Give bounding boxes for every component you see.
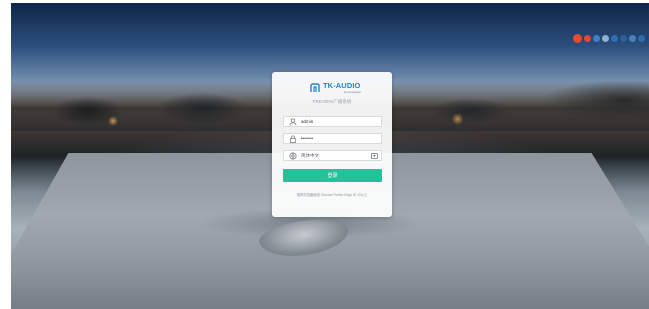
password-value: •••••• bbox=[301, 135, 314, 142]
brand-logo: TK-AUDIO by Honeywell bbox=[310, 82, 360, 93]
login-page-background: TK-AUDIO by Honeywell PREVIEW广播系统 admin … bbox=[11, 3, 649, 309]
username-value: admin bbox=[301, 119, 314, 124]
brand-name: TK-AUDIO bbox=[323, 81, 361, 90]
brand-sub: by Honeywell bbox=[343, 89, 361, 94]
browser-extension-toolbar bbox=[573, 34, 645, 43]
login-card: TK-AUDIO by Honeywell PREVIEW广播系统 admin … bbox=[272, 72, 392, 217]
password-field[interactable]: •••••• bbox=[283, 133, 382, 144]
chevron-down-icon[interactable]: ▾ bbox=[371, 153, 378, 159]
extension-shirt-icon[interactable] bbox=[638, 35, 645, 42]
extension-smile-icon[interactable] bbox=[602, 35, 609, 42]
login-button[interactable]: 登录 bbox=[283, 169, 382, 182]
language-value: 简体中文 bbox=[301, 152, 319, 158]
system-subtitle: PREVIEW广播系统 bbox=[312, 99, 352, 104]
user-icon bbox=[289, 118, 297, 126]
lock-icon bbox=[289, 134, 297, 143]
extension-person-icon[interactable] bbox=[629, 35, 636, 42]
globe-icon bbox=[289, 151, 297, 160]
browser-recommendation: 推荐浏览器使用 Chrome Firefox Edge IE 10以上 bbox=[296, 193, 368, 197]
extension-chinese-icon[interactable] bbox=[584, 35, 591, 42]
username-field[interactable]: admin bbox=[283, 116, 382, 127]
extension-mic-icon[interactable] bbox=[611, 35, 618, 42]
brand-mark-icon bbox=[310, 82, 320, 92]
extension-keyboard-icon[interactable] bbox=[620, 35, 627, 42]
language-select[interactable]: 简体中文 ▾ bbox=[283, 150, 382, 161]
extension-moon-icon[interactable] bbox=[593, 35, 600, 42]
extension-s-icon[interactable] bbox=[573, 34, 582, 43]
